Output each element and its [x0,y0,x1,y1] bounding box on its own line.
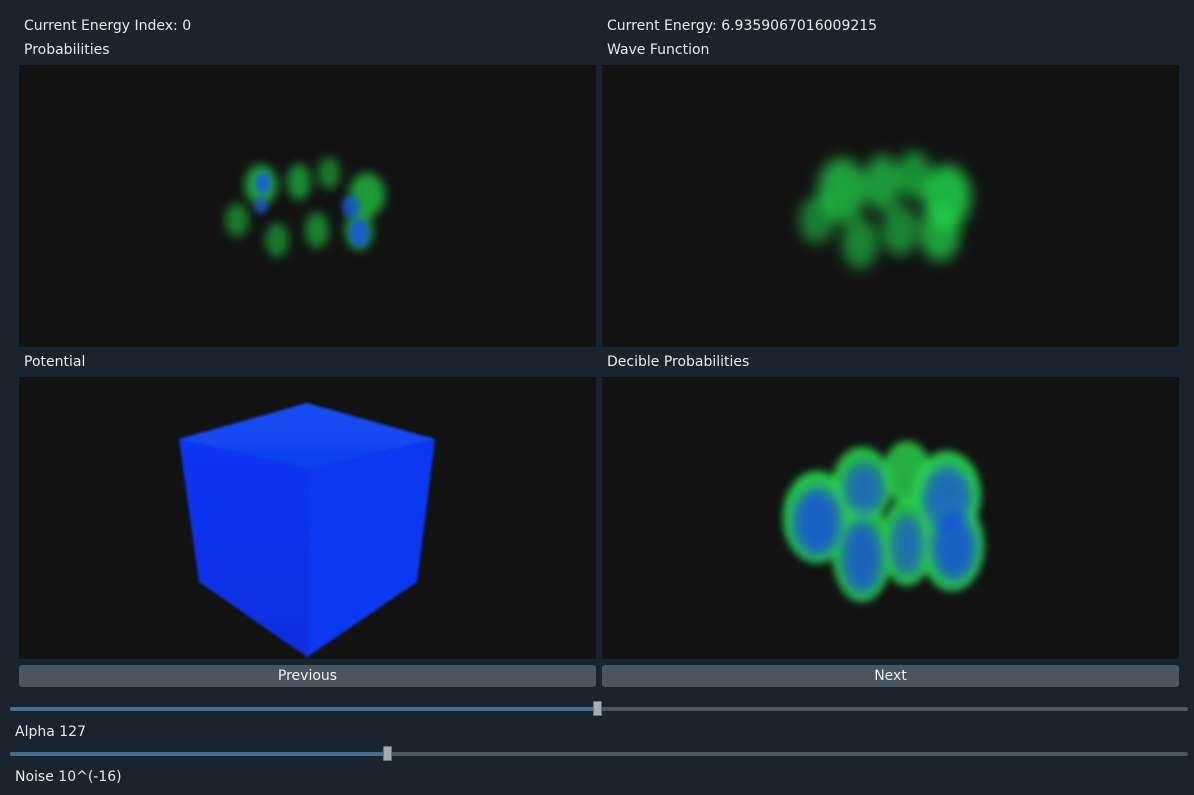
decible-probabilities-title: Decible Probabilities [607,354,750,370]
potential-title: Potential [24,354,86,370]
alpha-slider-handle[interactable] [593,701,602,716]
probabilities-title: Probabilities [24,42,110,58]
alpha-slider[interactable] [10,701,1188,717]
decible-probabilities-volume-render [783,441,984,602]
decible-probabilities-viewport[interactable] [602,377,1179,659]
alpha-slider-fill [10,707,597,711]
probabilities-viewport[interactable] [19,65,596,347]
energy-label: Current Energy: 6.9359067016009215 [607,18,878,34]
noise-slider[interactable] [10,746,1188,762]
previous-button[interactable]: Previous [19,665,596,687]
alpha-label: Alpha 127 [15,724,86,740]
energy-index-label: Current Energy Index: 0 [24,18,192,34]
noise-slider-handle[interactable] [383,746,392,761]
wave-function-volume-render [799,151,971,269]
next-button[interactable]: Next [602,665,1179,687]
probabilities-volume-render [225,157,385,257]
noise-slider-fill [10,752,387,756]
potential-viewport[interactable] [19,377,596,659]
potential-volume-render [179,403,435,657]
wave-function-viewport[interactable] [602,65,1179,347]
noise-label: Noise 10^(-16) [15,769,122,785]
wave-function-title: Wave Function [607,42,710,58]
